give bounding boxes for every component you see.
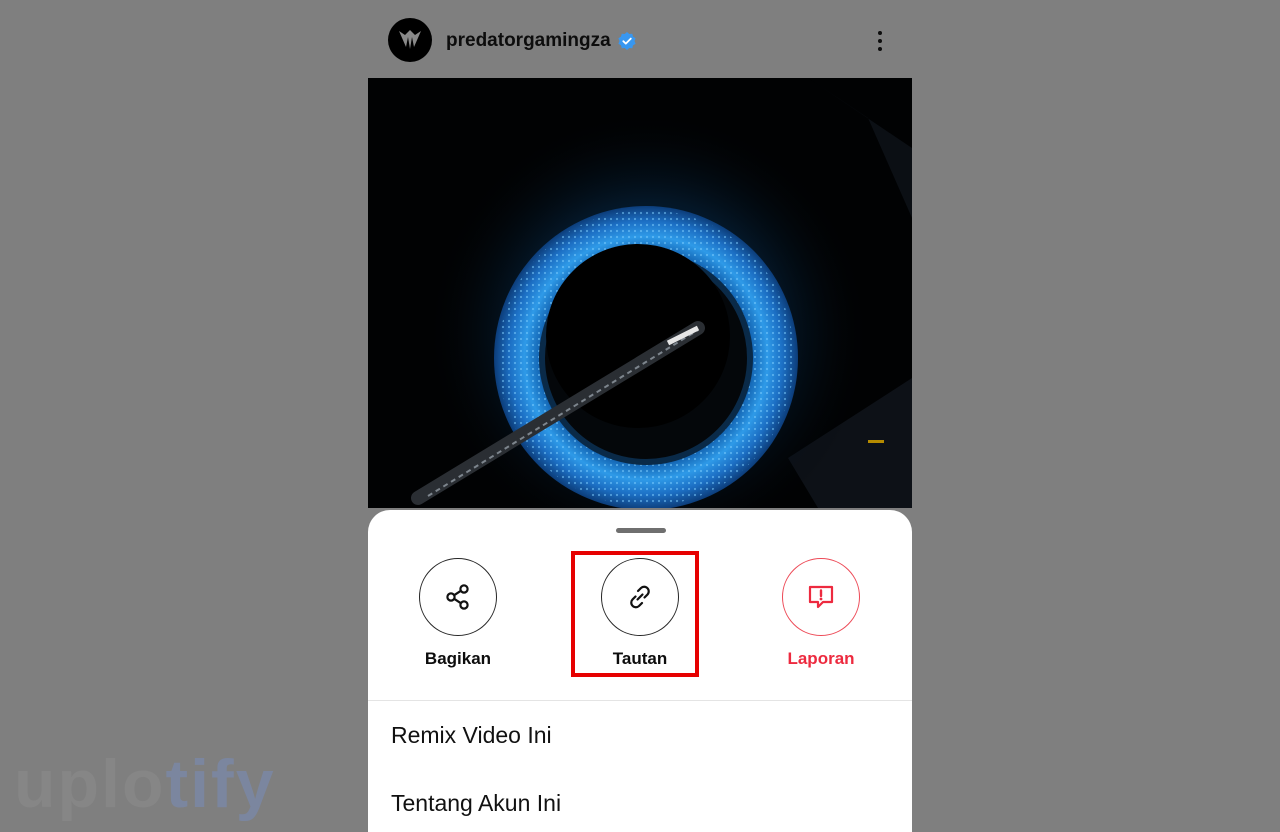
- watermark-part1: uplo: [14, 746, 166, 822]
- link-button[interactable]: Tautan: [580, 558, 700, 678]
- report-label: Laporan: [787, 649, 855, 668]
- screen: predatorgamingza Bagikan Tautan Laporan …: [0, 0, 1280, 832]
- watermark-part2: tify: [165, 746, 276, 822]
- report-icon: [808, 585, 834, 609]
- share-button[interactable]: Bagikan: [398, 558, 518, 678]
- menu-item-remix[interactable]: Remix Video Ini: [391, 722, 552, 749]
- watermark-logo: uplotify: [14, 750, 276, 818]
- avatar[interactable]: [388, 18, 432, 62]
- share-label: Bagikan: [424, 649, 492, 668]
- username[interactable]: predatorgamingza: [446, 30, 611, 52]
- video-preview[interactable]: [368, 78, 912, 508]
- more-options-icon[interactable]: [870, 26, 890, 56]
- divider: [368, 700, 912, 701]
- link-icon: [630, 585, 650, 609]
- predator-logo-icon: [399, 30, 421, 49]
- sheet-drag-handle[interactable]: [616, 528, 666, 533]
- verified-badge-icon: [618, 32, 636, 50]
- menu-item-about-account[interactable]: Tentang Akun Ini: [391, 790, 561, 817]
- post-header: predatorgamingza: [368, 0, 912, 78]
- report-button[interactable]: Laporan: [761, 558, 881, 678]
- username-row[interactable]: predatorgamingza: [446, 26, 637, 56]
- share-bottom-sheet: Bagikan Tautan Laporan Remix Video Ini T…: [368, 510, 912, 832]
- share-circle[interactable]: [419, 558, 497, 636]
- video-frame-image: [368, 78, 912, 508]
- share-icon: [446, 584, 469, 610]
- link-circle[interactable]: [601, 558, 679, 636]
- report-circle[interactable]: [782, 558, 860, 636]
- link-label: Tautan: [612, 649, 668, 668]
